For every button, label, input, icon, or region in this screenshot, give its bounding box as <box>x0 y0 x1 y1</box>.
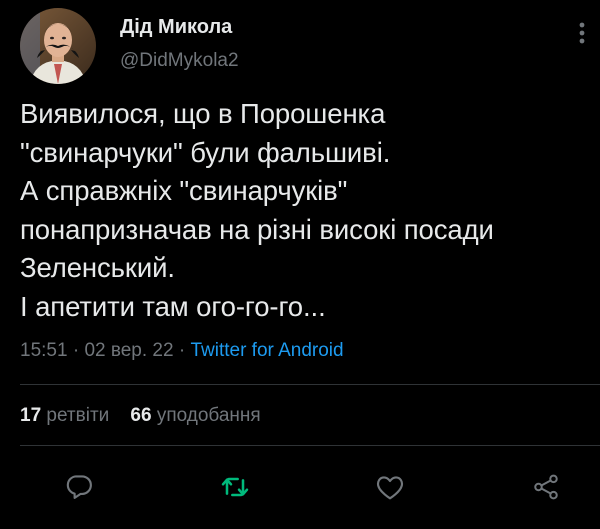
more-options-icon[interactable] <box>578 22 586 44</box>
retweets-count: 17 <box>20 405 42 426</box>
display-name[interactable]: Дід Микола <box>120 14 239 40</box>
tweet-meta: 15:51 · 02 вер. 22 · Twitter for Android <box>20 339 344 363</box>
heart-outline-icon <box>376 476 404 500</box>
reply-button[interactable] <box>57 465 101 509</box>
tweet-date[interactable]: 02 вер. 22 <box>84 340 173 361</box>
divider <box>20 384 600 385</box>
user-handle[interactable]: @DidMykola2 <box>120 48 239 74</box>
retweet-arrows-icon <box>221 477 249 497</box>
retweets-stat[interactable]: 17 ретвіти <box>20 405 109 426</box>
tweet-stats: 17 ретвіти 66 уподобання <box>20 404 261 428</box>
retweets-label: ретвіти <box>46 405 110 426</box>
meta-separator: · <box>72 340 80 361</box>
like-button[interactable] <box>368 465 412 509</box>
share-nodes-icon <box>534 474 558 500</box>
tweet-time[interactable]: 15:51 <box>20 340 68 361</box>
likes-count: 66 <box>130 405 152 426</box>
retweet-button[interactable] <box>213 465 257 509</box>
likes-stat[interactable]: 66 уподобання <box>130 405 260 426</box>
avatar-image <box>20 8 96 84</box>
tweet: Дід Микола @DidMykola2 Виявилося, що в П… <box>0 0 600 529</box>
speech-bubble-icon <box>66 475 92 499</box>
likes-label: уподобання <box>156 405 261 426</box>
divider <box>20 445 600 446</box>
share-button[interactable] <box>524 465 568 509</box>
meta-separator: · <box>178 340 186 361</box>
avatar[interactable] <box>20 8 96 84</box>
tweet-source[interactable]: Twitter for Android <box>190 340 343 361</box>
tweet-text: Виявилося, що в Порошенка "свинарчуки" б… <box>20 98 494 322</box>
tweet-actions <box>0 465 600 509</box>
user-info: Дід Микола @DidMykola2 <box>120 14 239 74</box>
tweet-header: Дід Микола @DidMykola2 <box>20 8 239 84</box>
